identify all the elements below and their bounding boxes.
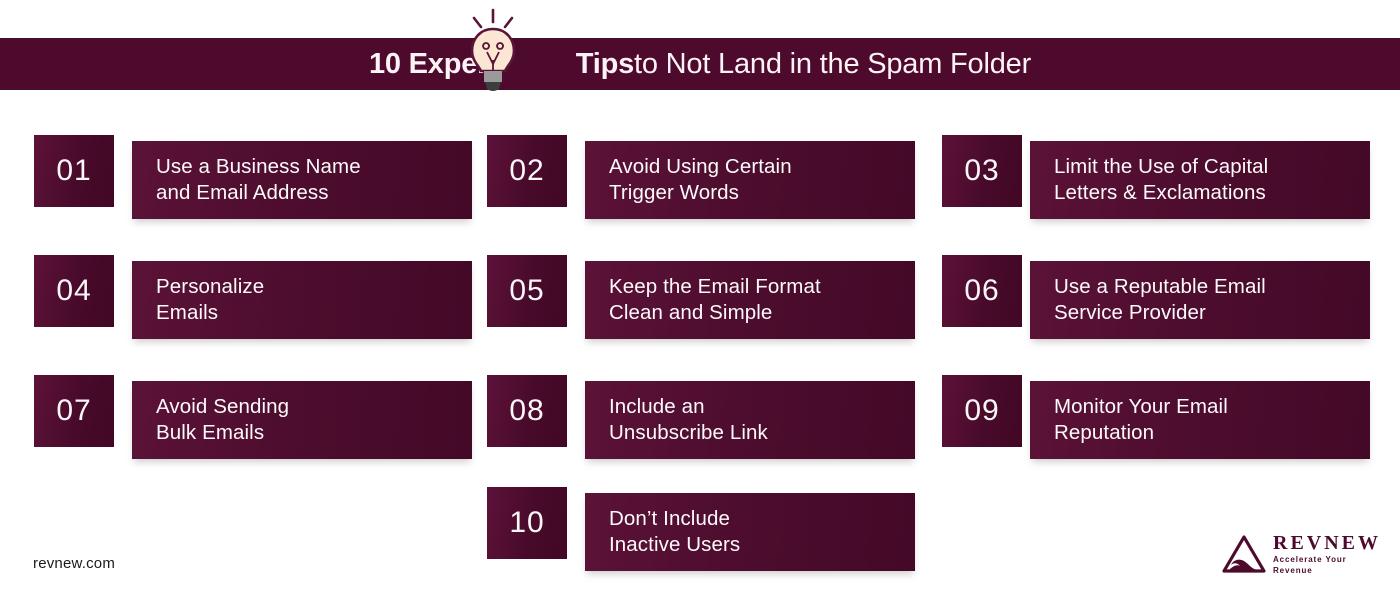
tip-number-badge: 04 [34,255,114,327]
triangle-wave-logo-icon [1222,534,1266,574]
tip-text: Limit the Use of Capital Letters & Excla… [1054,155,1269,204]
tip-text: Use a Reputable Email Service Provider [1054,275,1266,324]
tip-number-badge: 07 [34,375,114,447]
tip-number-badge: 03 [942,135,1022,207]
logo-tagline: Accelerate Your Revenue [1273,554,1347,575]
tip-number-badge: 10 [487,487,567,559]
tip-text: Monitor Your Email Reputation [1054,395,1228,444]
tip-panel: Don’t Include Inactive Users [585,493,915,571]
tip-panel: Limit the Use of Capital Letters & Excla… [1030,141,1370,219]
tip-panel: Monitor Your Email Reputation [1030,381,1370,459]
tip-text: Include an Unsubscribe Link [609,395,768,444]
tip-number-badge: 06 [942,255,1022,327]
tip-panel: Use a Business Name and Email Address [132,141,472,219]
tip-number-badge: 05 [487,255,567,327]
tip-number-badge: 02 [487,135,567,207]
site-url: revnew.com [33,555,116,572]
tip-number-badge: 08 [487,375,567,447]
tip-text: Avoid Sending Bulk Emails [156,395,290,444]
tips-grid: 01 Use a Business Name and Email Address… [0,0,1400,589]
tip-text: Keep the Email Format Clean and Simple [609,275,821,324]
revnew-logo: REVNEW Accelerate Your Revenue [1222,531,1382,577]
tip-panel: Personalize Emails [132,261,472,339]
tip-text: Use a Business Name and Email Address [156,155,361,204]
logo-name: REVNEW [1273,531,1382,554]
tip-text: Avoid Using Certain Trigger Words [609,155,792,204]
tip-number-badge: 09 [942,375,1022,447]
tip-panel: Avoid Using Certain Trigger Words [585,141,915,219]
tip-panel: Include an Unsubscribe Link [585,381,915,459]
logo-text: REVNEW Accelerate Your Revenue [1273,531,1382,576]
infographic-page: 10 Expert Tips to Not Land in the Spam F… [0,0,1400,589]
tip-panel: Keep the Email Format Clean and Simple [585,261,915,339]
tip-panel: Use a Reputable Email Service Provider [1030,261,1370,339]
tip-number-badge: 01 [34,135,114,207]
tip-text: Don’t Include Inactive Users [609,507,741,556]
tip-text: Personalize Emails [156,275,265,324]
tip-panel: Avoid Sending Bulk Emails [132,381,472,459]
